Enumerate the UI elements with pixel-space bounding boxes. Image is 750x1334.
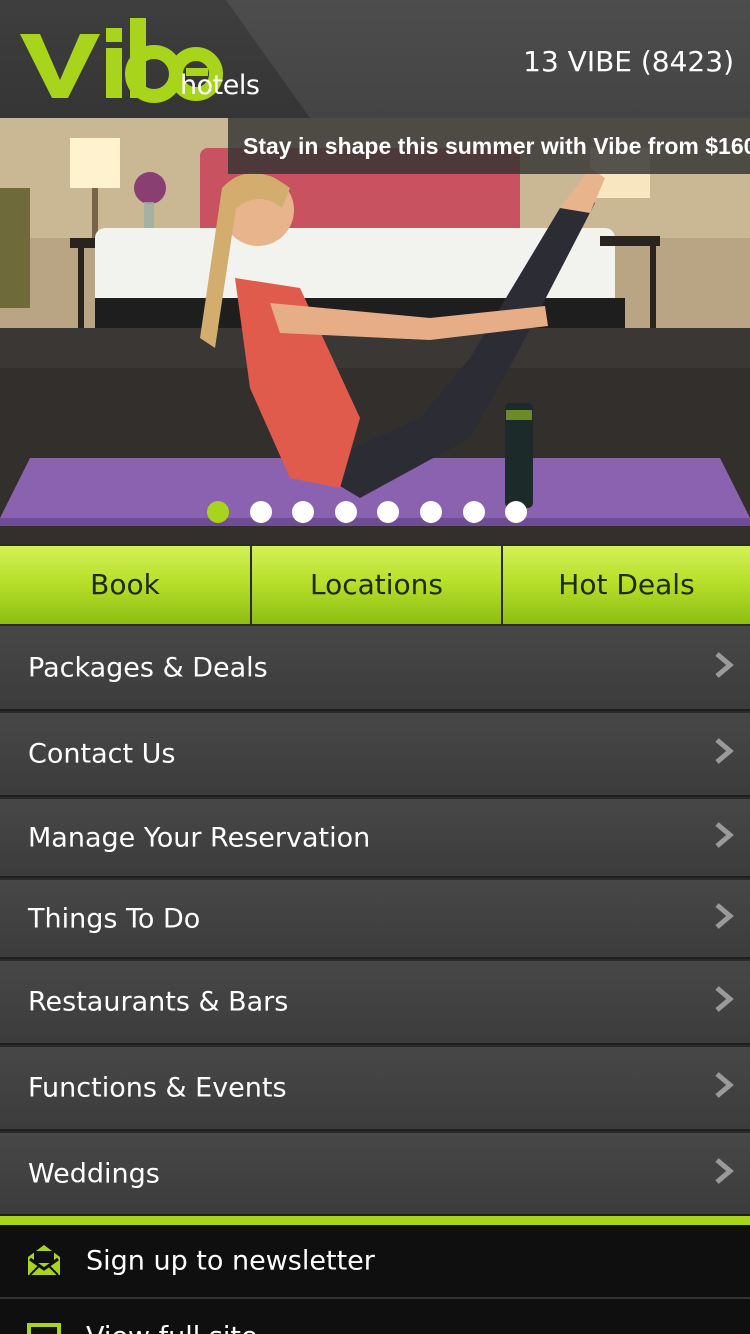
hero-image bbox=[0, 118, 750, 544]
chevron-right-icon bbox=[715, 1072, 734, 1098]
menu-item-things-to-do[interactable]: Things To Do bbox=[0, 878, 750, 959]
menu-item-packages-deals[interactable]: Packages & Deals bbox=[0, 624, 750, 711]
phone-number[interactable]: 13 VIBE (8423) bbox=[523, 45, 734, 78]
menu-item-contact-us[interactable]: Contact Us bbox=[0, 711, 750, 797]
menu-item-label: Weddings bbox=[28, 1158, 160, 1189]
newsletter-signup-link[interactable]: Sign up to newsletter bbox=[0, 1225, 750, 1299]
hero-carousel[interactable]: Stay in shape this summer with Vibe from… bbox=[0, 118, 750, 544]
logo-subtitle: hotels bbox=[180, 70, 260, 101]
locations-button[interactable]: Locations bbox=[252, 546, 501, 626]
menu-item-restaurants-bars[interactable]: Restaurants & Bars bbox=[0, 959, 750, 1045]
carousel-dot[interactable] bbox=[462, 501, 485, 523]
menu-item-weddings[interactable]: Weddings bbox=[0, 1131, 750, 1216]
carousel-dot[interactable] bbox=[207, 501, 229, 523]
monitor-icon bbox=[27, 1323, 61, 1334]
mail-icon bbox=[28, 1245, 60, 1276]
carousel-dot[interactable] bbox=[334, 501, 357, 523]
main-menu: Packages & Deals Contact Us Manage Your … bbox=[0, 624, 750, 1216]
chevron-right-icon bbox=[715, 902, 734, 929]
header: hotels 13 VIBE (8423) bbox=[0, 0, 750, 118]
chevron-right-icon bbox=[715, 651, 734, 678]
book-button[interactable]: Book bbox=[0, 546, 250, 626]
menu-item-label: Things To Do bbox=[28, 903, 201, 934]
menu-item-label: Manage Your Reservation bbox=[28, 822, 371, 853]
hot-deals-button[interactable]: Hot Deals bbox=[503, 546, 750, 626]
menu-item-manage-reservation[interactable]: Manage Your Reservation bbox=[0, 797, 750, 878]
accent-divider bbox=[0, 1216, 750, 1225]
menu-item-functions-events[interactable]: Functions & Events bbox=[0, 1045, 750, 1131]
carousel-dot[interactable] bbox=[292, 501, 315, 523]
view-full-site-link[interactable]: View full site bbox=[0, 1300, 750, 1334]
menu-item-label: Restaurants & Bars bbox=[28, 986, 289, 1018]
menu-item-label: Functions & Events bbox=[28, 1072, 287, 1104]
carousel-dot[interactable] bbox=[377, 501, 400, 523]
carousel-dots bbox=[207, 501, 528, 523]
carousel-dot[interactable] bbox=[505, 501, 528, 523]
chevron-right-icon bbox=[715, 986, 734, 1012]
quick-nav: Book Locations Hot Deals bbox=[0, 544, 750, 626]
footer: Sign up to newsletter View full site bbox=[0, 1225, 750, 1334]
chevron-right-icon bbox=[715, 738, 734, 764]
carousel-dot[interactable] bbox=[249, 501, 272, 523]
newsletter-label: Sign up to newsletter bbox=[86, 1245, 375, 1277]
promo-banner[interactable]: Stay in shape this summer with Vibe from… bbox=[228, 118, 750, 174]
menu-item-label: Packages & Deals bbox=[28, 652, 268, 683]
menu-item-label: Contact Us bbox=[28, 738, 176, 770]
chevron-right-icon bbox=[715, 821, 734, 848]
chevron-right-icon bbox=[715, 1157, 734, 1184]
view-full-site-label: View full site bbox=[86, 1322, 258, 1334]
carousel-dot[interactable] bbox=[419, 501, 442, 523]
